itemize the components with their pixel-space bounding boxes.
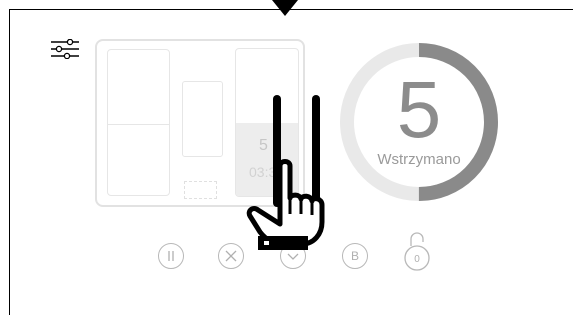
left-door: [107, 49, 170, 196]
program-count: 5: [396, 65, 442, 154]
right-door-fill: [236, 123, 298, 196]
close-icon: [225, 250, 237, 262]
b-button-label: B: [350, 249, 359, 263]
pause-icon: [168, 251, 174, 261]
pause-button[interactable]: [158, 243, 184, 269]
lock-label: 0: [414, 254, 420, 265]
middle-panel: [182, 81, 223, 157]
middle-slot: [184, 181, 217, 199]
top-arrow-icon: [272, 0, 298, 16]
b-button[interactable]: B: [342, 243, 368, 269]
appliance-preview[interactable]: 5 03:3: [95, 39, 305, 207]
settings-sliders-icon[interactable]: [50, 39, 80, 59]
preview-count: 5: [259, 137, 268, 154]
status-label: Wstrzymano: [377, 151, 461, 168]
cancel-button[interactable]: [218, 243, 244, 269]
child-lock-button[interactable]: 0: [402, 228, 432, 272]
preview-time: 03:3: [249, 164, 277, 180]
chevron-down-icon: [287, 253, 299, 260]
left-door-divider: [108, 124, 169, 125]
confirm-button[interactable]: [280, 243, 306, 269]
